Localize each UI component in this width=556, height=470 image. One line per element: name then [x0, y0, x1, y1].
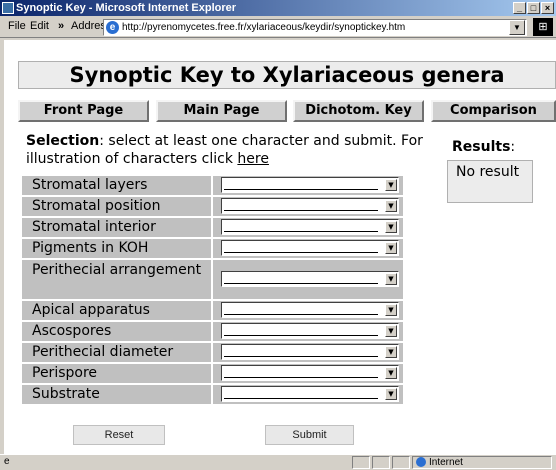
menu-edit[interactable]: Edit: [30, 20, 49, 32]
page-title: Synoptic Key to Xylariaceous genera: [18, 61, 556, 89]
chevron-down-icon: ▼: [385, 346, 397, 358]
select-stromatal-layers[interactable]: ▼: [221, 177, 399, 193]
chevron-down-icon: ▼: [385, 221, 397, 233]
form-row-perispore: Perispore ▼: [22, 364, 403, 383]
page-content: Synoptic Key to Xylariaceous genera Fron…: [4, 40, 556, 454]
form-row-substrate: Substrate ▼: [22, 385, 403, 404]
toolbar-chevron[interactable]: »: [58, 20, 64, 32]
select-stromatal-interior[interactable]: ▼: [221, 219, 399, 235]
results-label: Results: [452, 139, 511, 155]
label-substrate: Substrate: [22, 385, 211, 404]
results-colon: :: [510, 139, 516, 155]
select-stromatal-position[interactable]: ▼: [221, 198, 399, 214]
select-value-line: [224, 398, 378, 399]
zone-label: Internet: [429, 457, 463, 468]
select-cell: ▼: [213, 197, 403, 216]
minimize-button[interactable]: _: [513, 2, 526, 14]
form-row-perithecial-diameter: Perithecial diameter ▼: [22, 343, 403, 362]
select-cell: ▼: [213, 322, 403, 341]
window-title: Synoptic Key - Microsoft Internet Explor…: [16, 2, 237, 14]
address-dropdown-icon[interactable]: ▼: [509, 20, 525, 35]
label-stromatal-position: Stromatal position: [22, 197, 211, 216]
illustration-link[interactable]: here: [237, 151, 269, 167]
select-value-line: [224, 210, 378, 211]
select-value-line: [224, 283, 378, 284]
select-cell: ▼: [213, 176, 403, 195]
results-box: No result: [447, 160, 533, 203]
chevron-down-icon: ▼: [385, 273, 397, 285]
page-status-icon: e: [4, 456, 10, 467]
chevron-down-icon: ▼: [385, 388, 397, 400]
status-segment: [372, 456, 390, 469]
nav-front-page[interactable]: Front Page: [18, 100, 149, 122]
select-value-line: [224, 252, 378, 253]
form-row-stromatal-layers: Stromatal layers ▼: [22, 176, 403, 195]
select-ascospores[interactable]: ▼: [221, 323, 399, 339]
label-apical-apparatus: Apical apparatus: [22, 301, 211, 320]
label-stromatal-interior: Stromatal interior: [22, 218, 211, 237]
select-cell: ▼: [213, 218, 403, 237]
reset-button[interactable]: Reset: [73, 425, 165, 445]
menu-and-address-bar: File Edit » Address e http://pyrenomycet…: [0, 16, 556, 38]
page-icon: e: [106, 21, 119, 34]
form-row-stromatal-interior: Stromatal interior ▼: [22, 218, 403, 237]
select-value-line: [224, 356, 378, 357]
chevron-down-icon: ▼: [385, 200, 397, 212]
chevron-down-icon: ▼: [385, 179, 397, 191]
select-value-line: [224, 377, 378, 378]
select-substrate[interactable]: ▼: [221, 386, 399, 402]
label-pigments-in-koh: Pigments in KOH: [22, 239, 211, 258]
chevron-down-icon: ▼: [385, 304, 397, 316]
ie-app-icon: [2, 2, 14, 14]
window-title-bar[interactable]: Synoptic Key - Microsoft Internet Explor…: [0, 0, 556, 16]
select-cell: ▼: [213, 301, 403, 320]
select-apical-apparatus[interactable]: ▼: [221, 302, 399, 318]
select-cell: ▼: [213, 343, 403, 362]
select-perithecial-arrangement[interactable]: ▼: [221, 271, 399, 287]
select-perithecial-diameter[interactable]: ▼: [221, 344, 399, 360]
form-row-perithecial-arrangement: Perithecial arrangement ▼: [22, 260, 403, 299]
form-row-apical-apparatus: Apical apparatus ▼: [22, 301, 403, 320]
windows-logo-icon: ⊞: [533, 18, 553, 36]
address-field[interactable]: e http://pyrenomycetes.free.fr/xylariace…: [103, 19, 527, 36]
selection-instructions: Selection: select at least one character…: [26, 132, 426, 168]
label-perithecial-diameter: Perithecial diameter: [22, 343, 211, 362]
security-zone: Internet: [412, 456, 552, 469]
submit-button[interactable]: Submit: [265, 425, 354, 445]
label-perispore: Perispore: [22, 364, 211, 383]
results-heading: Results:: [452, 139, 515, 155]
select-cell: ▼: [213, 260, 403, 299]
nav-dichotom-key[interactable]: Dichotom. Key: [293, 100, 424, 122]
select-perispore[interactable]: ▼: [221, 365, 399, 381]
close-button[interactable]: ×: [541, 2, 554, 14]
form-row-ascospores: Ascospores ▼: [22, 322, 403, 341]
nav-comparison[interactable]: Comparison: [431, 100, 556, 122]
select-value-line: [224, 231, 378, 232]
label-ascospores: Ascospores: [22, 322, 211, 341]
form-row-stromatal-position: Stromatal position ▼: [22, 197, 403, 216]
chevron-down-icon: ▼: [385, 242, 397, 254]
chevron-down-icon: ▼: [385, 325, 397, 337]
select-cell: ▼: [213, 385, 403, 404]
status-bar: e Internet: [0, 454, 556, 470]
chevron-down-icon: ▼: [385, 367, 397, 379]
address-url: http://pyrenomycetes.free.fr/xylariaceou…: [122, 22, 406, 33]
menu-file[interactable]: File: [8, 20, 26, 32]
select-cell: ▼: [213, 364, 403, 383]
selection-heading: Selection: [26, 133, 100, 149]
globe-icon: [416, 457, 426, 468]
select-value-line: [224, 189, 378, 190]
nav-main-page[interactable]: Main Page: [156, 100, 287, 122]
status-segment: [352, 456, 370, 469]
select-value-line: [224, 314, 378, 315]
select-value-line: [224, 335, 378, 336]
label-stromatal-layers: Stromatal layers: [22, 176, 211, 195]
status-segment: [392, 456, 410, 469]
maximize-button[interactable]: □: [527, 2, 540, 14]
label-perithecial-arrangement: Perithecial arrangement: [22, 260, 211, 299]
select-pigments-in-koh[interactable]: ▼: [221, 240, 399, 256]
select-cell: ▼: [213, 239, 403, 258]
form-row-pigments-in-koh: Pigments in KOH ▼: [22, 239, 403, 258]
